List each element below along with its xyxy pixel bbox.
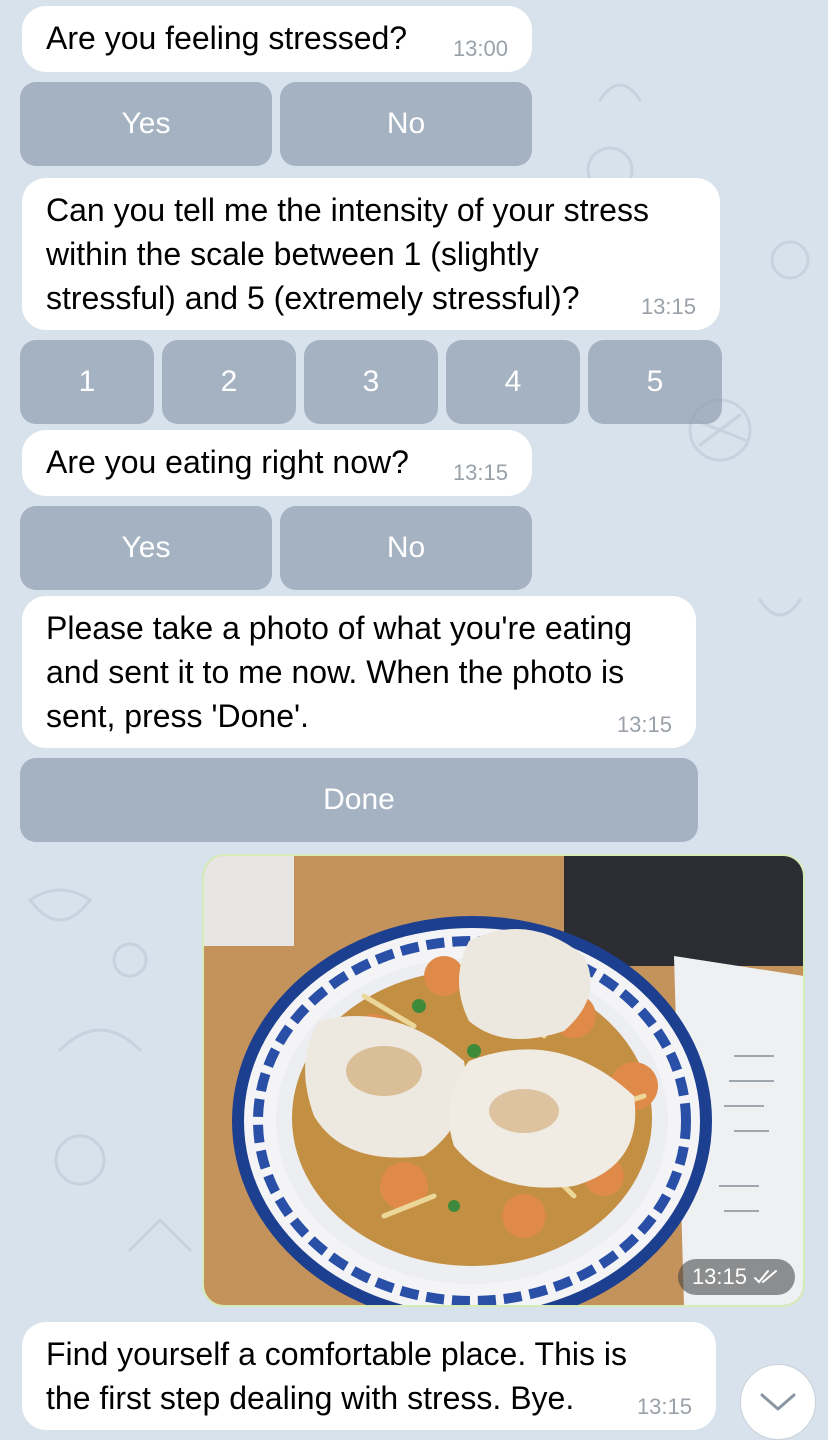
message-text: Are you feeling stressed? — [46, 20, 408, 56]
message-bubble-goodbye: Find yourself a comfortable place. This … — [22, 1322, 716, 1430]
intensity-5-button[interactable]: 5 — [588, 340, 722, 424]
button-label: 3 — [362, 365, 380, 398]
photo-timestamp: 13:15 — [691, 1264, 747, 1289]
eating-no-button[interactable]: No — [280, 506, 532, 590]
message-text: Please take a photo of what you're eatin… — [46, 610, 633, 734]
button-label: 4 — [504, 365, 522, 398]
message-text: Are you eating right now? — [46, 444, 409, 480]
photo-timestamp-badge: 13:15 — [677, 1259, 795, 1295]
button-label: 1 — [78, 365, 96, 398]
answer-yes-button[interactable]: Yes — [20, 82, 272, 166]
eating-yes-button[interactable]: Yes — [20, 506, 272, 590]
food-bowl-photo[interactable] — [204, 856, 804, 1306]
done-button[interactable]: Done — [20, 758, 698, 842]
message-bubble-stressed: Are you feeling stressed? 13:00 — [22, 6, 532, 72]
message-bubble-eating: Are you eating right now? 13:15 — [22, 430, 532, 496]
message-timestamp: 13:15 — [636, 1394, 692, 1419]
intensity-1-button[interactable]: 1 — [20, 340, 154, 424]
button-label: No — [386, 107, 426, 140]
outgoing-photo-message[interactable]: 13:15 — [202, 854, 805, 1307]
intensity-4-button[interactable]: 4 — [446, 340, 580, 424]
message-text: Find yourself a comfortable place. This … — [46, 1336, 627, 1416]
message-bubble-intensity: Can you tell me the intensity of your st… — [22, 178, 720, 330]
button-label: Yes — [121, 107, 171, 140]
message-timestamp: 13:15 — [640, 294, 696, 319]
message-timestamp: 13:00 — [452, 36, 508, 61]
button-label: Done — [323, 783, 395, 816]
message-timestamp: 13:15 — [616, 712, 672, 737]
double-check-icon — [754, 1270, 777, 1284]
message-timestamp: 13:15 — [452, 460, 508, 485]
button-label: 5 — [646, 365, 664, 398]
scroll-to-bottom-button[interactable] — [740, 1364, 816, 1440]
intensity-3-button[interactable]: 3 — [304, 340, 438, 424]
chevron-down-icon — [760, 1393, 796, 1411]
button-label: Yes — [121, 531, 171, 564]
message-bubble-photo-request: Please take a photo of what you're eatin… — [22, 596, 696, 748]
answer-no-button[interactable]: No — [280, 82, 532, 166]
message-text: Can you tell me the intensity of your st… — [46, 192, 649, 316]
intensity-2-button[interactable]: 2 — [162, 340, 296, 424]
button-label: 2 — [220, 365, 238, 398]
button-label: No — [386, 531, 426, 564]
